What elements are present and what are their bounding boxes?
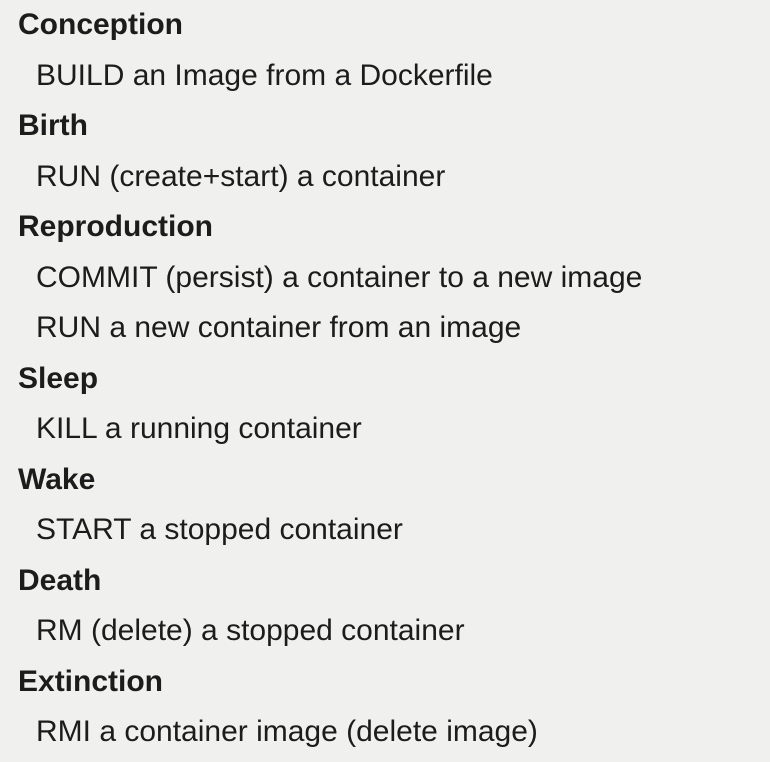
stage-death: Death RM (delete) a stopped container xyxy=(0,556,770,657)
container-lifecycle-list: Conception BUILD an Image from a Dockerf… xyxy=(0,0,770,758)
stage-item: RM (delete) a stopped container xyxy=(36,614,465,647)
stage-heading: Conception xyxy=(18,8,183,41)
stage-item: COMMIT (persist) a container to a new im… xyxy=(36,260,643,294)
stage-wake: Wake START a stopped container xyxy=(0,455,770,556)
stage-heading: Sleep xyxy=(18,361,99,395)
stage-reproduction: Reproduction COMMIT (persist) a containe… xyxy=(0,202,770,354)
stage-item: KILL a running container xyxy=(36,412,362,445)
stage-item: RUN (create+start) a container xyxy=(36,159,446,193)
stage-birth: Birth RUN (create+start) a container xyxy=(0,101,770,202)
stage-heading: Birth xyxy=(18,109,88,142)
stage-sleep: Sleep KILL a running container xyxy=(0,354,770,455)
stage-heading: Reproduction xyxy=(18,210,213,243)
stage-item: BUILD an Image from a Dockerfile xyxy=(36,58,493,92)
stage-heading: Death xyxy=(18,563,102,597)
stage-item: START a stopped container xyxy=(36,513,403,546)
stage-item: RUN a new container from an image xyxy=(36,311,522,344)
stage-extinction: Extinction RMI a container image (delete… xyxy=(0,657,770,758)
stage-conception: Conception BUILD an Image from a Dockerf… xyxy=(0,0,770,101)
stage-item: RMI a container image (delete image) xyxy=(36,715,538,748)
stage-heading: Extinction xyxy=(18,664,164,698)
stage-heading: Wake xyxy=(18,462,96,496)
